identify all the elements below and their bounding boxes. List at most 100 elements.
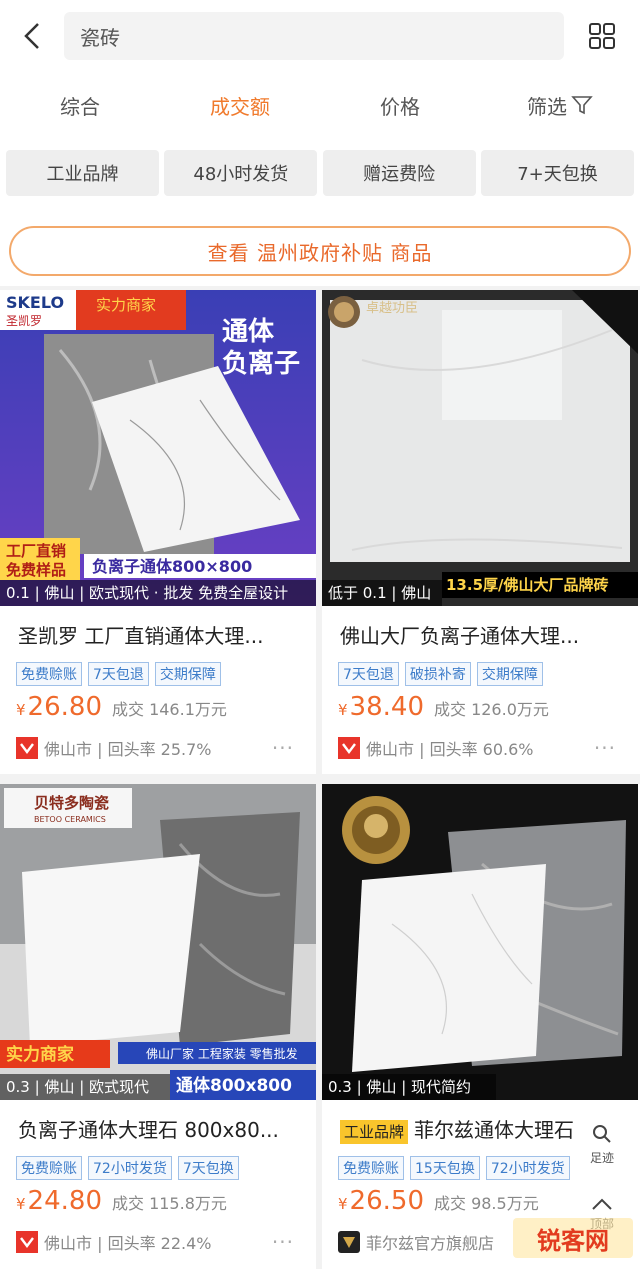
subsidy-promo-button[interactable]: 查看 温州政府补贴 商品 [9, 226, 631, 276]
service-tag: 免费赊账 [338, 1156, 404, 1180]
service-tag: 交期保障 [154, 662, 221, 686]
store-shop-icon [16, 1231, 38, 1253]
back-button[interactable] [0, 0, 64, 72]
strength-merchant-label: 实力商家 [96, 296, 156, 314]
filter-icon [571, 96, 593, 115]
product-image[interactable]: 0.3 | 佛山 | 现代简约 [322, 784, 638, 1100]
store-info: 佛山市 | 回头率 60.6% [366, 740, 534, 759]
search-bar[interactable] [64, 12, 564, 60]
service-tags: 7天包退 破损补寄 交期保障 [338, 662, 543, 686]
tile-product-image: SKELO 圣凯罗 实力商家 通体 负离子 工厂直销 免费样品 负离子通体800… [0, 290, 316, 606]
search-input[interactable] [80, 24, 564, 48]
product-image[interactable]: SKELO 圣凯罗 实力商家 通体 负离子 工厂直销 免费样品 负离子通体800… [0, 290, 316, 606]
thickness-banner-text: 13.5厚/佛山大厂品牌砖 [446, 576, 609, 594]
store-shop-icon [16, 737, 38, 759]
store-row[interactable]: 佛山市 | 回头率 22.4% ··· [16, 1230, 306, 1254]
price-row: ¥ 26.80 成交 146.1万元 [16, 692, 227, 722]
service-tag: 7天包退 [88, 662, 149, 686]
price: 24.80 [27, 1186, 102, 1216]
store-row[interactable]: 佛山市 | 回头率 60.6% ··· [338, 736, 628, 760]
chip-7day-exchange[interactable]: 7+天包换 [480, 150, 634, 196]
currency-symbol: ¥ [338, 701, 348, 719]
service-tags: 免费赊账 7天包退 交期保障 [16, 662, 221, 686]
sort-comprehensive[interactable]: 综合 [0, 91, 160, 120]
price: 26.80 [27, 692, 102, 722]
sales-volume: 成交 98.5万元 [433, 1194, 539, 1213]
store-info: 佛山市 | 回头率 25.7% [44, 740, 212, 759]
product-card[interactable]: SKELO 圣凯罗 实力商家 通体 负离子 工厂直销 免费样品 负离子通体800… [0, 290, 316, 774]
product-image[interactable]: 贝特多陶瓷 BETOO CERAMICS 实力商家 佛山厂家 工程家装 零售批发… [0, 784, 316, 1100]
tile-product-image: 卓越功臣 13.5厚/佛山大厂品牌砖 [322, 290, 638, 606]
price: 38.40 [349, 692, 424, 722]
brand-logo-subtext: BETOO CERAMICS [34, 815, 106, 824]
view-toggle-button[interactable] [564, 0, 640, 72]
promo-headline-2: 负离子 [222, 348, 300, 379]
filter-chips: 工业品牌 48小时发货 赠运费险 7+天包换 [0, 138, 640, 208]
more-options-icon[interactable]: ··· [272, 1230, 294, 1254]
sort-label: 筛选 [527, 94, 567, 119]
sort-transaction-volume[interactable]: 成交额 [160, 91, 320, 120]
store-row[interactable]: 佛山市 | 回头率 25.7% ··· [16, 736, 306, 760]
footprint-icon [593, 1125, 611, 1143]
brand-seal-text: 卓越功臣 [366, 301, 418, 316]
more-options-icon[interactable]: ··· [594, 736, 616, 760]
product-card[interactable]: 贝特多陶瓷 BETOO CERAMICS 实力商家 佛山厂家 工程家装 零售批发… [0, 784, 316, 1269]
product-title-text: 菲尔兹通体大理石 [414, 1118, 575, 1142]
brand-store-icon [338, 1231, 360, 1253]
site-watermark: 锐客网 [513, 1218, 633, 1258]
service-tag: 72小时发货 [88, 1156, 172, 1180]
filter-button[interactable]: 筛选 [480, 91, 640, 120]
currency-symbol: ¥ [338, 1195, 348, 1213]
spec-banner-text: 通体800x800 [176, 1075, 292, 1096]
service-tags: 免费赊账 15天包换 72小时发货 [338, 1156, 570, 1180]
back-arrow-icon [24, 23, 39, 49]
service-tag: 7天包换 [177, 1156, 239, 1180]
product-image[interactable]: 卓越功臣 13.5厚/佛山大厂品牌砖 低于 0.1 | 佛山 [322, 290, 638, 606]
price: 26.50 [349, 1186, 424, 1216]
sort-label: 价格 [380, 94, 420, 119]
spec-banner-text: 负离子通体800×800 [92, 557, 252, 576]
service-tag: 7天包退 [338, 662, 399, 686]
product-card[interactable]: 卓越功臣 13.5厚/佛山大厂品牌砖 低于 0.1 | 佛山 佛山大厂负离子通体… [322, 290, 640, 774]
product-title[interactable]: 圣凯罗 工厂直销通体大理... [18, 620, 308, 649]
product-image-meta: 0.1 | 佛山 | 欧式现代 · 批发 免费全屋设计 [0, 580, 316, 606]
product-title[interactable]: 佛山大厂负离子通体大理... [340, 620, 630, 649]
store-info: 佛山市 | 回头率 22.4% [44, 1234, 212, 1253]
brand-logo-text: 贝特多陶瓷 [34, 794, 109, 812]
service-tag: 15天包换 [410, 1156, 480, 1180]
chip-industrial-brand[interactable]: 工业品牌 [6, 150, 159, 196]
grid-view-icon [589, 23, 615, 49]
service-banner-text: 佛山厂家 工程家装 零售批发 [146, 1046, 298, 1061]
currency-symbol: ¥ [16, 701, 26, 719]
service-tag: 免费赊账 [16, 1156, 82, 1180]
price-row: ¥ 26.50 成交 98.5万元 [338, 1186, 539, 1216]
sales-volume: 成交 146.1万元 [111, 700, 227, 719]
service-tag: 72小时发货 [485, 1156, 570, 1180]
factory-direct-label: 工厂直销 [6, 542, 66, 560]
sort-bar: 综合 成交额 价格 筛选 [0, 72, 640, 138]
store-shop-icon [338, 737, 360, 759]
sort-label: 综合 [60, 94, 100, 119]
chevron-up-icon [592, 1198, 612, 1210]
strength-merchant-label: 实力商家 [6, 1044, 74, 1065]
service-tag: 破损补寄 [404, 662, 471, 686]
product-image-meta: 0.3 | 佛山 | 现代简约 [322, 1074, 496, 1100]
top-bar [0, 0, 640, 72]
promo-section: 查看 温州政府补贴 商品 [0, 208, 640, 286]
chip-shipping-insurance[interactable]: 赠运费险 [322, 150, 476, 196]
price-row: ¥ 38.40 成交 126.0万元 [338, 692, 549, 722]
product-image-meta: 低于 0.1 | 佛山 [322, 580, 442, 606]
tile-product-image: 贝特多陶瓷 BETOO CERAMICS 实力商家 佛山厂家 工程家装 零售批发… [0, 784, 316, 1100]
service-tags: 免费赊账 72小时发货 7天包换 [16, 1156, 239, 1180]
footprint-button[interactable]: 足迹 [580, 1122, 624, 1166]
brand-logo-text: SKELO [6, 293, 64, 312]
industrial-brand-badge: 工业品牌 [340, 1120, 409, 1144]
sales-volume: 成交 115.8万元 [111, 1194, 227, 1213]
product-title[interactable]: 负离子通体大理石 800x80... [18, 1114, 308, 1143]
more-options-icon[interactable]: ··· [272, 736, 294, 760]
chip-48h-shipping[interactable]: 48小时发货 [164, 150, 318, 196]
sales-volume: 成交 126.0万元 [433, 700, 549, 719]
sort-price[interactable]: 价格 [320, 91, 480, 120]
price-row: ¥ 24.80 成交 115.8万元 [16, 1186, 227, 1216]
currency-symbol: ¥ [16, 1195, 26, 1213]
